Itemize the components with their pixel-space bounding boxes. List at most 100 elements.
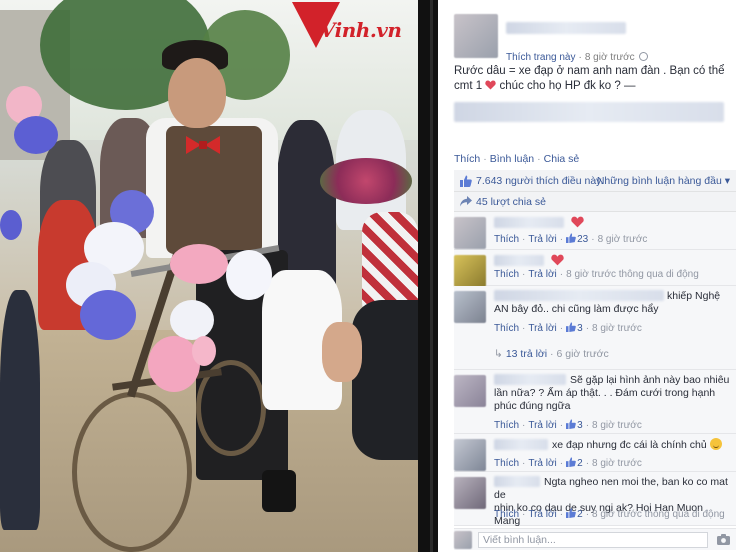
comment-footer: Thích · Trả lời · 3 · 8 giờ trước — [494, 419, 642, 431]
comment-like-count[interactable]: 23 — [577, 234, 588, 245]
bicycle-front-wheel — [72, 392, 192, 552]
balloon — [14, 116, 58, 154]
comment-time[interactable]: 8 giờ trước — [592, 420, 642, 431]
comment-reply-link[interactable]: Trả lời — [528, 323, 556, 334]
balloon — [170, 300, 214, 340]
comment-action[interactable]: Bình luận — [490, 153, 534, 165]
comment-like-link[interactable]: Thích — [494, 234, 519, 245]
commenter-name[interactable] — [494, 374, 566, 385]
comment-text-line2: lần nữa? ? Ấm áp thật. . . Đám cưới tron… — [494, 387, 716, 399]
comment-input[interactable] — [478, 532, 708, 548]
like-page-link[interactable]: Thích trang này — [506, 52, 575, 63]
comment-like-count[interactable]: 2 — [577, 509, 583, 520]
view-replies-link[interactable]: ↳ 13 trả lời · 6 giờ trước — [494, 348, 609, 360]
post-header: Thích trang này · 8 giờ trước — [452, 12, 732, 64]
comment-text-line1: Sẽ gặp lại hình ảnh này bao nhiêu — [570, 374, 730, 386]
comment-body: Ngta ngheo nen moi the, ban ko co mat de… — [494, 476, 732, 528]
comment-text: xe đạp nhưng đc cái là chính chủ — [552, 439, 707, 451]
comment-time[interactable]: 8 giờ trước — [598, 234, 648, 245]
photo-person — [0, 290, 40, 530]
commenter-avatar[interactable] — [454, 477, 486, 509]
commenter-avatar[interactable] — [454, 255, 486, 287]
replies-time: 6 giờ trước — [556, 348, 609, 360]
comment-reply-link[interactable]: Trả lời — [528, 234, 556, 245]
comment-item: khiếp Nghệ AN bây đỏ.. chi cũng làm được… — [454, 286, 736, 370]
comment-like-link[interactable]: Thích — [494, 509, 519, 520]
comment-reply-link[interactable]: Trả lời — [528, 420, 556, 431]
commenter-avatar[interactable] — [454, 375, 486, 407]
comment-like-count[interactable]: 2 — [577, 458, 583, 469]
comment-like-link[interactable]: Thích — [494, 323, 519, 334]
replies-count: 13 trả lời — [505, 348, 548, 360]
comment-body: xe đạp nhưng đc cái là chính chủ — [494, 438, 732, 452]
watermark-logo: Vinh.vn — [292, 2, 412, 54]
comment-body — [494, 254, 732, 268]
commenter-avatar[interactable] — [454, 439, 486, 471]
comment-like-count[interactable]: 3 — [577, 420, 583, 431]
comment-text-line3: phúc đúng ngữa — [494, 400, 571, 412]
comment-time[interactable]: 8 giờ trước — [592, 323, 642, 334]
shares-summary: 45 lượt chia sẻ — [454, 192, 736, 212]
comment-like-link[interactable]: Thích — [494, 420, 519, 431]
viewer-avatar — [454, 531, 472, 549]
watermark-text: Vinh.vn — [320, 18, 402, 42]
comment-body: Sẽ gặp lại hình ảnh này bao nhiêu lần nữ… — [494, 374, 732, 413]
balloon — [170, 244, 228, 284]
comment-via: thông qua di động — [644, 509, 725, 520]
bowtie-icon — [186, 136, 220, 154]
post-text-line2-start: cmt 1 — [454, 80, 483, 92]
comment-footer: Thích · Trả lời · 2 · 8 giờ trước — [494, 457, 642, 469]
comment-reply-link[interactable]: Trả lời — [528, 509, 556, 520]
commenter-name[interactable] — [494, 290, 664, 301]
heart-icon — [551, 254, 564, 266]
comment-footer: Thích · Trả lời · 23 · 8 giờ trước — [494, 233, 648, 245]
comment-item: Sẽ gặp lại hình ảnh này bao nhiêu lần nữ… — [454, 370, 736, 434]
comment-composer — [454, 528, 736, 550]
comment-text-line1: khiếp Nghệ — [667, 290, 721, 302]
comment-time[interactable]: 8 giờ trước — [592, 509, 642, 520]
commenter-name[interactable] — [494, 217, 564, 228]
comment-body: khiếp Nghệ AN bây đỏ.. chi cũng làm được… — [494, 290, 732, 316]
comment-footer: Thích · Trả lời · 8 giờ trước thông qua di đ… — [494, 269, 699, 280]
comment-reply-link[interactable]: Trả lời — [528, 458, 556, 469]
smiley-icon — [709, 438, 722, 450]
balloon — [226, 250, 272, 300]
flower-bouquet — [320, 158, 412, 204]
comment-item: Thích · Trả lời · 8 giờ trước thông qua di đ… — [454, 250, 736, 287]
like-mini-icon — [566, 322, 576, 332]
balloon — [80, 290, 136, 340]
commenter-name[interactable] — [494, 476, 540, 487]
like-action[interactable]: Thích — [454, 153, 480, 165]
like-mini-icon — [566, 508, 576, 518]
shares-count[interactable]: 45 lượt chia sẻ — [476, 196, 546, 208]
share-icon — [460, 196, 472, 207]
comment-item: Thích · Trả lời · 23 · 8 giờ trước — [454, 212, 736, 250]
commenter-avatar[interactable] — [454, 217, 486, 249]
comment-like-count[interactable]: 3 — [577, 323, 583, 334]
comment-sort-dropdown[interactable]: Những bình luận hàng đầu ▾ — [597, 175, 730, 187]
commenter-name[interactable] — [494, 255, 544, 266]
facebook-post-panel: Thích trang này · 8 giờ trước Rước dâu = x… — [438, 0, 740, 552]
post-time[interactable]: 8 giờ trước — [585, 52, 635, 63]
comment-time[interactable]: 8 giờ trước — [566, 269, 616, 280]
commenter-name[interactable] — [494, 439, 548, 450]
comment-text-line2: AN bây đỏ.. chi cũng làm được hẩy — [494, 303, 659, 315]
like-mini-icon — [566, 233, 576, 243]
chevron-down-icon: ▾ — [724, 175, 730, 187]
comment-time[interactable]: 8 giờ trước — [592, 458, 642, 469]
camera-icon[interactable] — [717, 534, 730, 545]
dark-sleeve — [352, 300, 418, 460]
comment-item: Ngta ngheo nen moi the, ban ko co mat de… — [454, 472, 736, 528]
comment-like-link[interactable]: Thích — [494, 269, 519, 280]
comment-like-link[interactable]: Thích — [494, 458, 519, 469]
share-action[interactable]: Chia sẻ — [544, 153, 580, 165]
heart-icon — [571, 216, 584, 228]
comment-item: xe đạp nhưng đc cái là chính chủ Thích · T… — [454, 434, 736, 472]
commenter-avatar[interactable] — [454, 291, 486, 323]
likes-count[interactable]: 7.643 người thích điều này. — [476, 175, 604, 187]
author-name[interactable] — [506, 22, 626, 34]
like-mini-icon — [566, 457, 576, 467]
hand — [322, 322, 362, 382]
author-avatar[interactable] — [454, 14, 498, 58]
comment-reply-link[interactable]: Trả lời — [528, 269, 556, 280]
